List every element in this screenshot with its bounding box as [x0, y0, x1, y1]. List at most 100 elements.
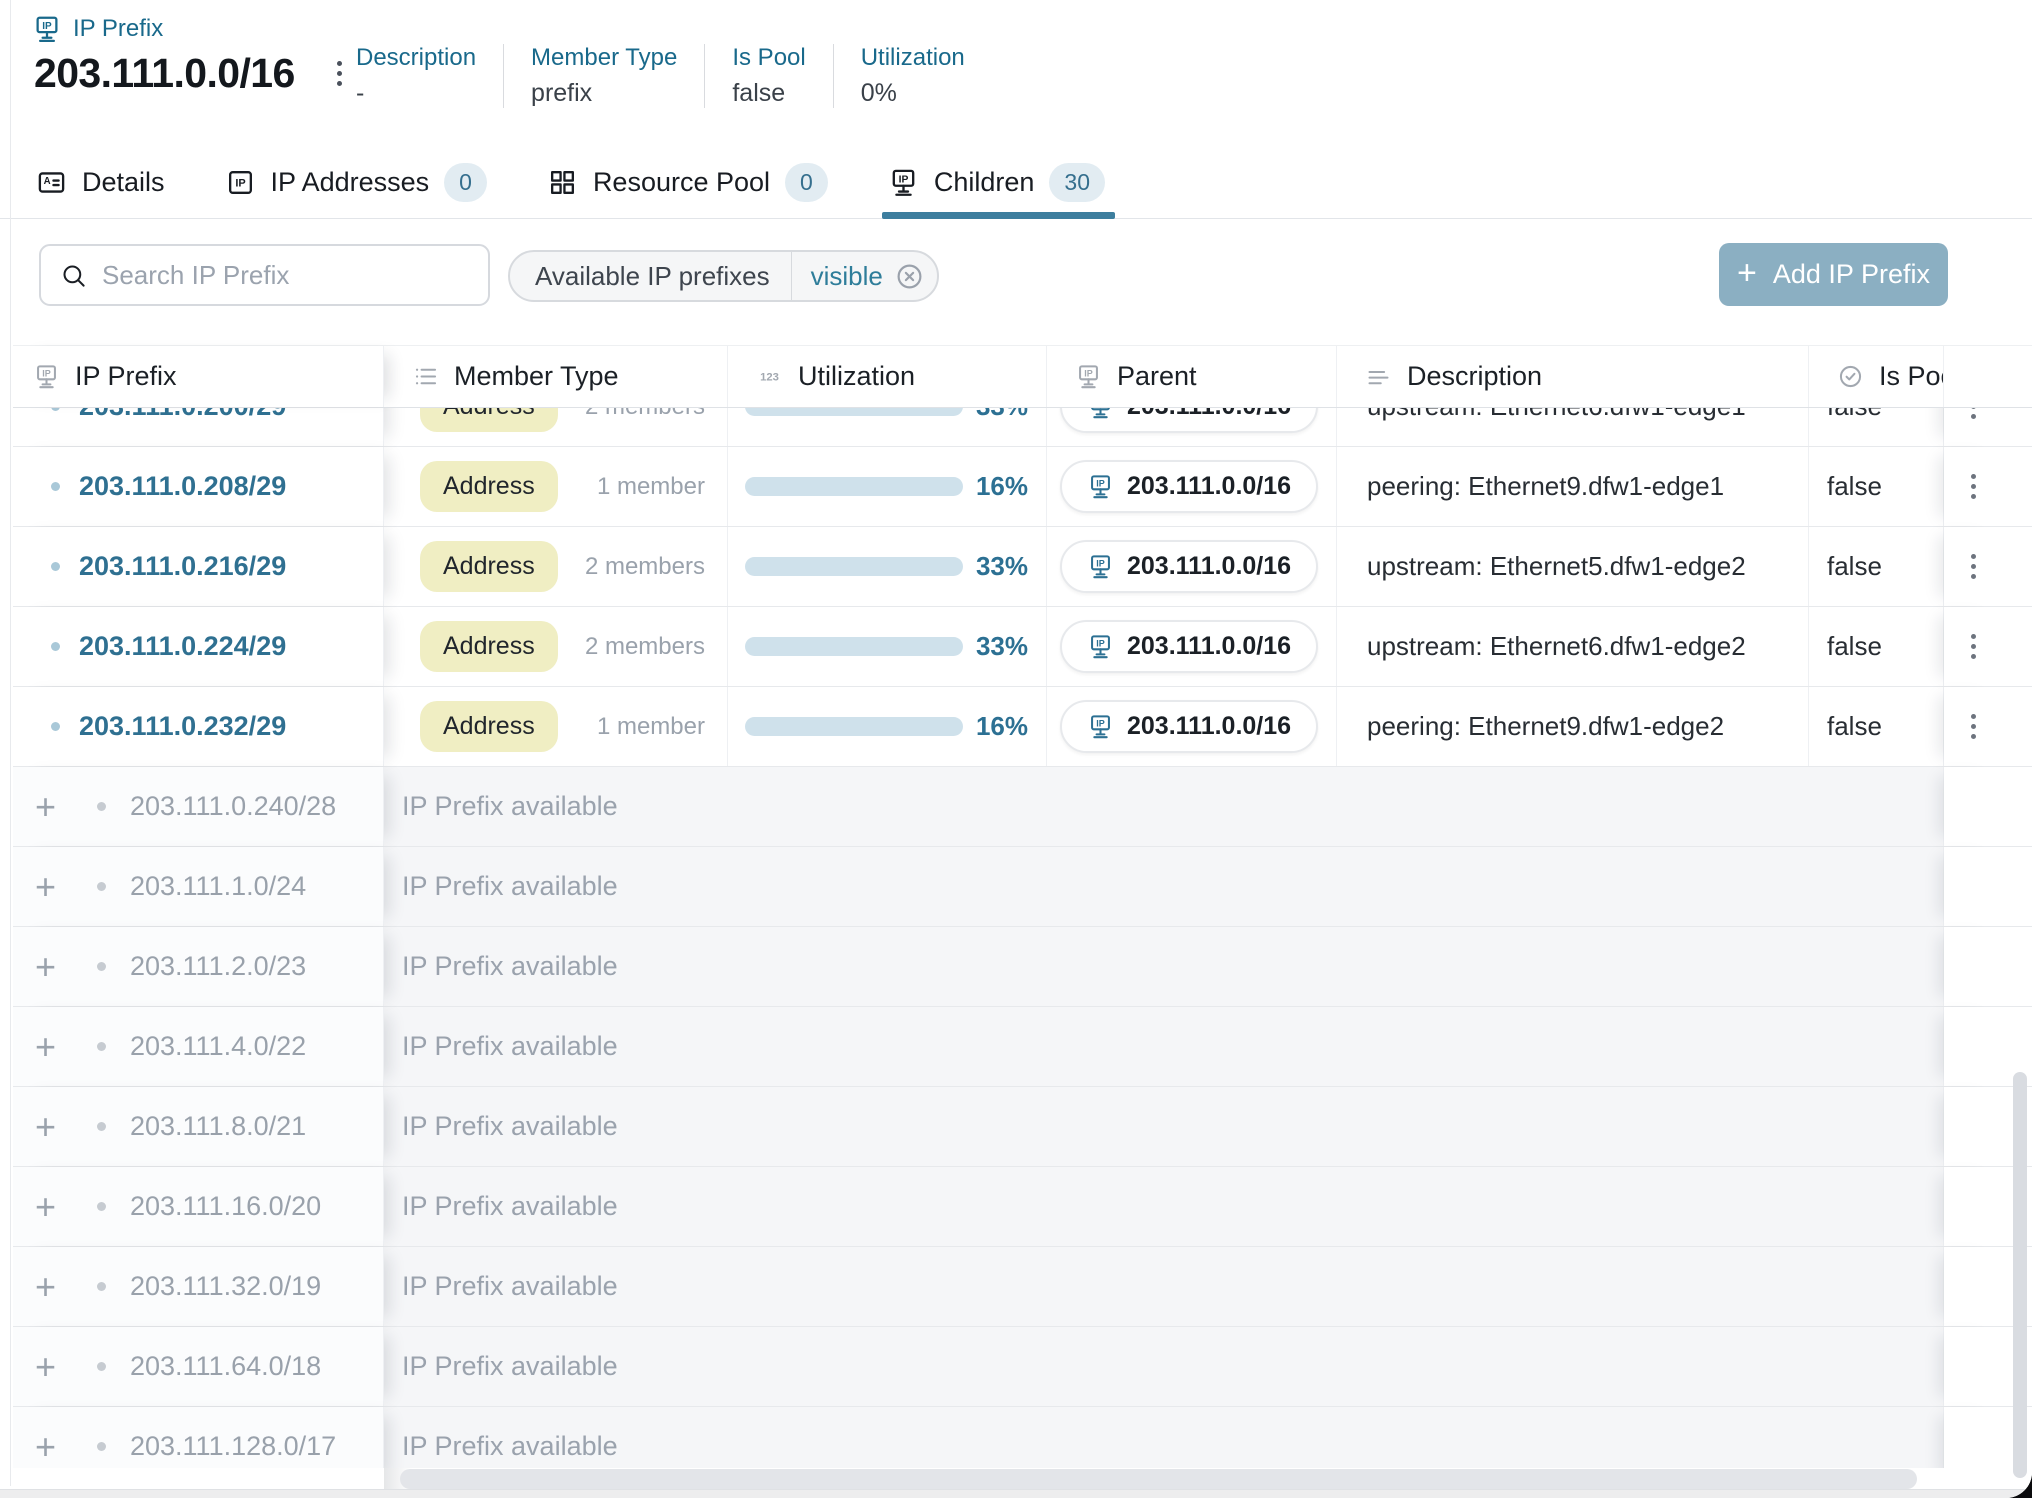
available-prefix-row: +203.111.1.0/24IP Prefix available	[13, 847, 2032, 927]
vertical-scrollbar-thumb[interactable]	[2013, 1072, 2027, 1478]
add-ip-prefix-button[interactable]: + Add IP Prefix	[1719, 243, 1948, 306]
column-header-label: Description	[1407, 361, 1542, 392]
check-circle-icon	[1837, 363, 1864, 390]
column-header-description[interactable]: Description	[1337, 346, 1809, 407]
svg-text:IP: IP	[235, 177, 245, 189]
parent-prefix-pill[interactable]: IP203.111.0.0/16	[1060, 620, 1318, 673]
available-prefix-row: +203.111.32.0/19IP Prefix available	[13, 1247, 2032, 1327]
available-cell: IP Prefix available	[384, 767, 1944, 846]
status-dot	[97, 1202, 106, 1211]
column-header-parent[interactable]: IPParent	[1047, 346, 1337, 407]
utilization-percent: 16%	[976, 711, 1028, 742]
column-header-utilization[interactable]: 123Utilization	[728, 346, 1047, 407]
expand-plus-icon[interactable]: +	[35, 1429, 71, 1465]
search-box[interactable]	[39, 244, 490, 306]
title-kebab-menu-icon[interactable]	[331, 55, 348, 92]
column-header-ip-prefix[interactable]: IP IP Prefix	[13, 346, 384, 407]
breadcrumb-label: IP Prefix	[73, 15, 163, 43]
expand-plus-icon[interactable]: +	[35, 869, 71, 905]
column-header-label: Parent	[1117, 361, 1197, 392]
column-header-member-type[interactable]: Member Type	[384, 346, 728, 407]
parent-cell: IP 203.111.0.0/16	[1047, 687, 1337, 766]
column-header-label: Member Type	[454, 361, 619, 392]
member-type-cell: Address2 members	[384, 527, 728, 606]
parent-prefix-label: 203.111.0.0/16	[1127, 712, 1291, 741]
tab-resource-pool[interactable]: Resource Pool 0	[547, 145, 828, 219]
tab-badge: 0	[785, 163, 828, 202]
available-prefix-row: +203.111.2.0/23IP Prefix available	[13, 927, 2032, 1007]
member-type-cell: Address2 members	[384, 607, 728, 686]
description-cell: upstream: Ethernet5.dfw1-edge2	[1337, 527, 1809, 606]
parent-prefix-pill[interactable]: IP 203.111.0.0/16	[1060, 700, 1318, 753]
expand-plus-icon[interactable]: +	[35, 1349, 71, 1385]
prefix-row: 203.111.0.232/29Address1 member16%IP203.…	[13, 687, 2032, 767]
text-icon	[1365, 363, 1392, 390]
breadcrumb[interactable]: IP IP Prefix	[32, 14, 163, 44]
utilization-cell: 16%	[728, 687, 1047, 766]
ip-prefix-cell: 203.111.0.216/29	[13, 527, 384, 606]
remove-filter-icon[interactable]	[895, 262, 924, 291]
tab-badge: 0	[444, 163, 487, 202]
expand-plus-icon[interactable]: +	[35, 1189, 71, 1225]
member-count: 1 member	[597, 473, 705, 501]
ip-prefix-icon: IP	[1087, 713, 1114, 740]
column-header-label: IP Prefix	[75, 361, 177, 392]
row-kebab-menu-icon[interactable]	[1963, 466, 1984, 507]
parent-prefix-label: 203.111.0.0/16	[1127, 472, 1291, 501]
ip-prefix-link[interactable]: 203.111.0.216/29	[79, 551, 286, 582]
row-kebab-menu-icon[interactable]	[1963, 706, 1984, 747]
ip-prefix-link[interactable]: 203.111.0.208/29	[79, 471, 286, 502]
status-dot	[97, 962, 106, 971]
column-header-is-pool[interactable]: Is Pool	[1809, 346, 1944, 407]
row-kebab-menu-icon[interactable]	[1963, 626, 1984, 667]
parent-prefix-pill[interactable]: IP203.111.0.0/16	[1060, 460, 1318, 513]
expand-plus-icon[interactable]: +	[35, 1029, 71, 1065]
expand-plus-icon[interactable]: +	[35, 949, 71, 985]
ip-prefix-icon: IP	[33, 363, 60, 390]
member-type-badge: Address	[420, 461, 558, 512]
horizontal-scrollbar-thumb[interactable]	[400, 1469, 1917, 1489]
tab-badge: 30	[1049, 163, 1105, 202]
column-header-label: Is Pool	[1879, 361, 1944, 392]
tab-children[interactable]: IP Children 30	[888, 145, 1105, 219]
parent-prefix-pill[interactable]: IP203.111.0.0/16	[1060, 540, 1318, 593]
available-prefix-row: +203.111.0.240/28IP Prefix available	[13, 767, 2032, 847]
utilization-percent: 33%	[976, 631, 1028, 662]
member-type-cell: Address 1 member	[384, 447, 728, 526]
tab-details[interactable]: A Details	[36, 145, 165, 219]
available-prefix-label: 203.111.2.0/23	[130, 951, 306, 982]
utilization-cell: 33%	[728, 527, 1047, 606]
row-actions-cell	[1944, 1327, 2002, 1406]
object-meta: Description - Member Type prefix Is Pool…	[356, 44, 992, 108]
expand-plus-icon[interactable]: +	[35, 1269, 71, 1305]
search-input[interactable]	[102, 260, 469, 291]
expand-plus-icon[interactable]: +	[35, 1109, 71, 1145]
tab-ip-addresses[interactable]: IP IP Addresses 0	[225, 145, 487, 219]
is-pool-cell: false	[1809, 607, 1944, 686]
status-dot	[97, 1362, 106, 1371]
available-cell: IP Prefix available	[384, 1087, 1944, 1166]
prefix-row: 203.111.0.224/29 Address2 members 33% IP203…	[13, 607, 2032, 687]
row-actions-cell	[1944, 1247, 2002, 1326]
available-prefix-label: 203.111.8.0/21	[130, 1111, 306, 1142]
page-title: 203.111.0.0/16	[34, 50, 295, 97]
ip-prefix-link[interactable]: 203.111.0.232/29	[79, 711, 286, 742]
horizontal-scroll-area	[0, 1468, 2032, 1498]
row-actions-cell	[1944, 1167, 2002, 1246]
meta-utilization: Utilization 0%	[833, 44, 992, 108]
ip-prefix-cell: +203.111.16.0/20	[13, 1167, 384, 1246]
available-prefix-row: +203.111.8.0/21 IP Prefix available	[13, 1087, 2032, 1167]
available-cell: IP Prefix available	[384, 1167, 1944, 1246]
status-dot	[97, 882, 106, 891]
filter-chip-available-prefixes[interactable]: Available IP prefixes visible	[508, 250, 939, 302]
prefix-row: 203.111.0.208/29Address1 member16%IP203.…	[13, 447, 2032, 527]
expand-plus-icon[interactable]: +	[35, 789, 71, 825]
ip-prefix-cell: +203.111.64.0/18	[13, 1327, 384, 1406]
ip-prefix-cell: 203.111.0.232/29	[13, 687, 384, 766]
row-actions-cell	[1944, 527, 2002, 606]
description-cell: peering: Ethernet9.dfw1-edge2	[1337, 687, 1809, 766]
row-actions-cell	[1944, 607, 2002, 686]
status-dot	[51, 722, 60, 731]
ip-prefix-link[interactable]: 203.111.0.224/29	[79, 631, 286, 662]
row-kebab-menu-icon[interactable]	[1963, 546, 1984, 587]
